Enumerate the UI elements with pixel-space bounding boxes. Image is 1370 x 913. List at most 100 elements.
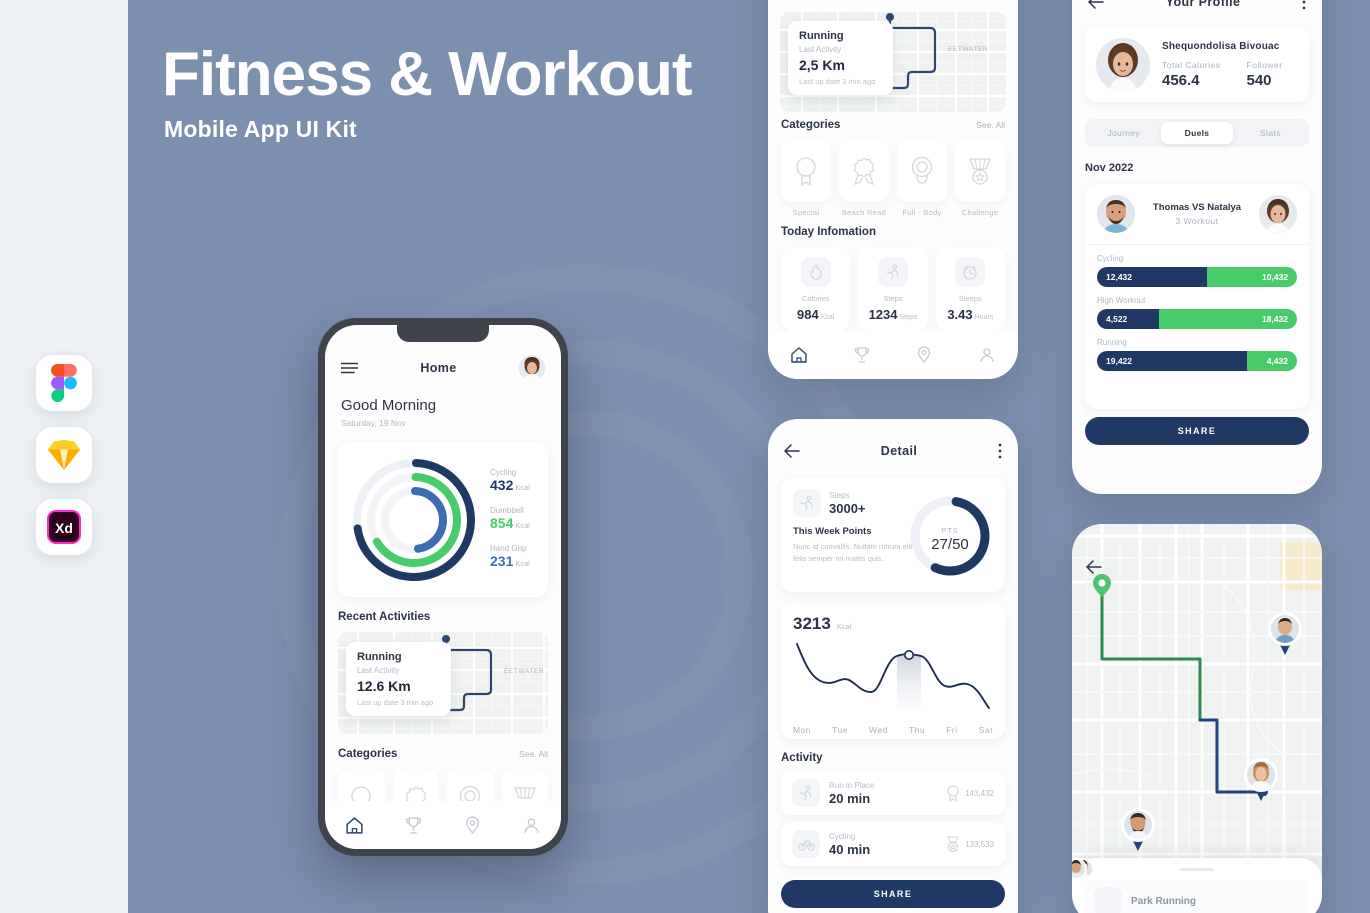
avatar-marker-female[interactable] — [1242, 757, 1280, 801]
hero-subtitle: Mobile App UI Kit — [164, 116, 357, 142]
duel-vs-title: Thomas VS Natalya — [1152, 202, 1242, 213]
tab-journey[interactable]: Journey — [1088, 122, 1159, 144]
duel-row-bar-2: 19,422 4,432 — [1097, 351, 1297, 371]
today-label-sleeps: Sleeps — [958, 294, 982, 303]
category-item-2[interactable] — [897, 140, 947, 202]
circle-badge-icon — [911, 156, 933, 184]
ui-kit-presentation: Fitness & Workout Mobile App UI Kit Xd E… — [0, 0, 1370, 913]
nav-trophy-icon[interactable] — [404, 816, 423, 835]
today-value-calories: 984 Kcal — [797, 307, 835, 322]
today-label-steps: Steps — [883, 294, 903, 303]
tab-stats[interactable]: Stats — [1235, 122, 1306, 144]
steps-value: 3000+ — [829, 500, 866, 516]
nav-location-icon[interactable] — [463, 815, 482, 835]
home-recent-card: Running Last Activity 12.6 Km Last up da… — [346, 642, 451, 716]
today-value-steps: 1234 Steps — [868, 307, 918, 322]
nav-profile-icon[interactable] — [978, 346, 996, 364]
category-item-1[interactable] — [839, 140, 889, 202]
home-recent-map[interactable]: EETWATER Running Last Activity 12.6 Km L… — [338, 632, 548, 734]
tab-duels[interactable]: Duels — [1161, 122, 1233, 144]
duel-avatar-left — [1097, 195, 1135, 233]
profile-share-button[interactable]: SHARE — [1085, 417, 1309, 445]
ribbon-badge-icon — [796, 157, 816, 186]
detail-header: Detail — [768, 419, 1018, 467]
sheet-run-row[interactable]: Park Running — [1072, 858, 1309, 913]
today-card-calories[interactable]: Calories 984 Kcal — [781, 247, 851, 331]
medal-star-icon — [969, 158, 991, 185]
nav-home-icon[interactable] — [790, 346, 808, 364]
categories-header: Categories See. All — [781, 119, 1005, 131]
profile-menu-icon[interactable] — [1302, 0, 1306, 10]
duel-row-label-0: Cycling — [1097, 254, 1124, 263]
detail-back-icon[interactable] — [784, 444, 800, 458]
device-mockup-home: Home Good Morning Saturday, 19 Nov Cycli… — [318, 318, 568, 856]
nav-home-icon[interactable] — [345, 816, 364, 835]
duel-card: Thomas VS Natalya 3 Workout Cycling 12,4… — [1085, 184, 1309, 409]
menu-hamburger-icon[interactable] — [341, 362, 358, 374]
activity-row-1[interactable]: Cycling 40 min 133,533 — [781, 822, 1005, 866]
duel-row-bar-1: 4,522 18,432 — [1097, 309, 1297, 329]
nav-location-icon[interactable] — [915, 346, 933, 364]
home-categories-header: Categories See. All — [338, 748, 548, 760]
nav-profile-icon[interactable] — [522, 816, 541, 835]
hero-title: Fitness & Workout — [162, 40, 693, 109]
avatar-marker-male[interactable] — [1266, 611, 1304, 655]
activity-section: Activity Run in Place 20 min 143,432 Cyc… — [781, 752, 1005, 908]
category-label-2: Full - Body — [902, 208, 942, 217]
today-label-calories: Calories — [801, 294, 830, 303]
profile-stat-label-1: Follower — [1246, 59, 1283, 70]
profile-month: Nov 2022 — [1085, 162, 1134, 174]
today-card-steps[interactable]: Steps 1234 Steps — [858, 247, 928, 331]
ring-label-0: Cycling — [490, 468, 517, 477]
profile-user-name: Shequondolisa Bivouac — [1162, 40, 1280, 52]
duel-avatar-right — [1258, 195, 1297, 233]
chart-tick-1: Tue — [832, 725, 848, 735]
category-item-0[interactable] — [781, 140, 831, 202]
greeting-block: Good Morning Saturday, 19 Nov — [325, 389, 561, 428]
ring-label-1: Dumbbell — [490, 506, 524, 515]
recent-activity-map[interactable]: EETWATER Running Last Activity 2,5 Km La… — [780, 12, 1006, 112]
sheet-drag-handle[interactable] — [1180, 868, 1214, 871]
duel-right-value-2: 4,432 — [1247, 351, 1297, 371]
adobe-xd-logo-badge[interactable]: Xd — [36, 499, 92, 555]
ring-value-2: 231 Kcal — [490, 553, 530, 569]
clock-icon — [955, 257, 986, 287]
ring-legend-0: Cycling 432 Kcal — [490, 468, 538, 495]
activity-rings-card: Cycling 432 Kcal Dumbbell 854 Kcal Hand Gr… — [338, 442, 548, 597]
screen-home-scrolled: EETWATER Running Last Activity 2,5 Km La… — [768, 0, 1018, 379]
ring-legend-1: Dumbbell 854 Kcal — [490, 506, 538, 533]
duel-left-value-1: 4,522 — [1097, 309, 1159, 329]
profile-stat-0: Total Calories 456.4 — [1162, 60, 1221, 89]
activity-row-0[interactable]: Run in Place 20 min 143,432 — [781, 771, 1005, 815]
home-user-avatar[interactable] — [519, 355, 545, 381]
today-card-sleeps[interactable]: Sleeps 3.43 Hours — [935, 247, 1005, 331]
chart-tick-4: Fri — [946, 725, 958, 735]
category-item-3[interactable] — [955, 140, 1005, 202]
svg-text:PTS: PTS — [941, 526, 959, 535]
activity-points-value-1: 133,533 — [965, 839, 994, 849]
avatar-marker-male-2[interactable] — [1119, 807, 1157, 851]
home-categories-see-all[interactable]: See. All — [519, 749, 548, 759]
points-progress-ring: PTS 27/50 — [910, 496, 990, 576]
sketch-logo-badge[interactable] — [36, 427, 92, 483]
home-recent-distance: 12.6 Km — [357, 678, 411, 694]
profile-back-icon[interactable] — [1088, 0, 1104, 9]
detail-menu-icon[interactable] — [998, 443, 1002, 459]
home-title: Home — [420, 361, 457, 375]
detail-share-button[interactable]: SHARE — [781, 880, 1005, 908]
recent-activity-updated: Last up date 3 min ago — [799, 77, 876, 86]
category-label-0: Special — [792, 208, 820, 217]
recent-activity-distance: 2,5 Km — [799, 57, 845, 73]
runner-icon — [877, 257, 908, 287]
figma-logo-badge[interactable] — [36, 355, 92, 411]
nav-trophy-icon[interactable] — [853, 346, 871, 364]
route-map[interactable]: Park Running — [1072, 524, 1322, 913]
profile-stat-value-0: 456.4 — [1162, 71, 1200, 89]
ring-value-0: 432 Kcal — [490, 477, 530, 493]
svg-text:27/50: 27/50 — [931, 536, 969, 553]
categories-see-all[interactable]: See. All — [976, 120, 1005, 130]
svg-text:Xd: Xd — [55, 520, 73, 536]
device-notch — [397, 325, 489, 342]
recent-activities-title: Recent Activities — [338, 611, 431, 623]
avatar — [1072, 858, 1087, 880]
